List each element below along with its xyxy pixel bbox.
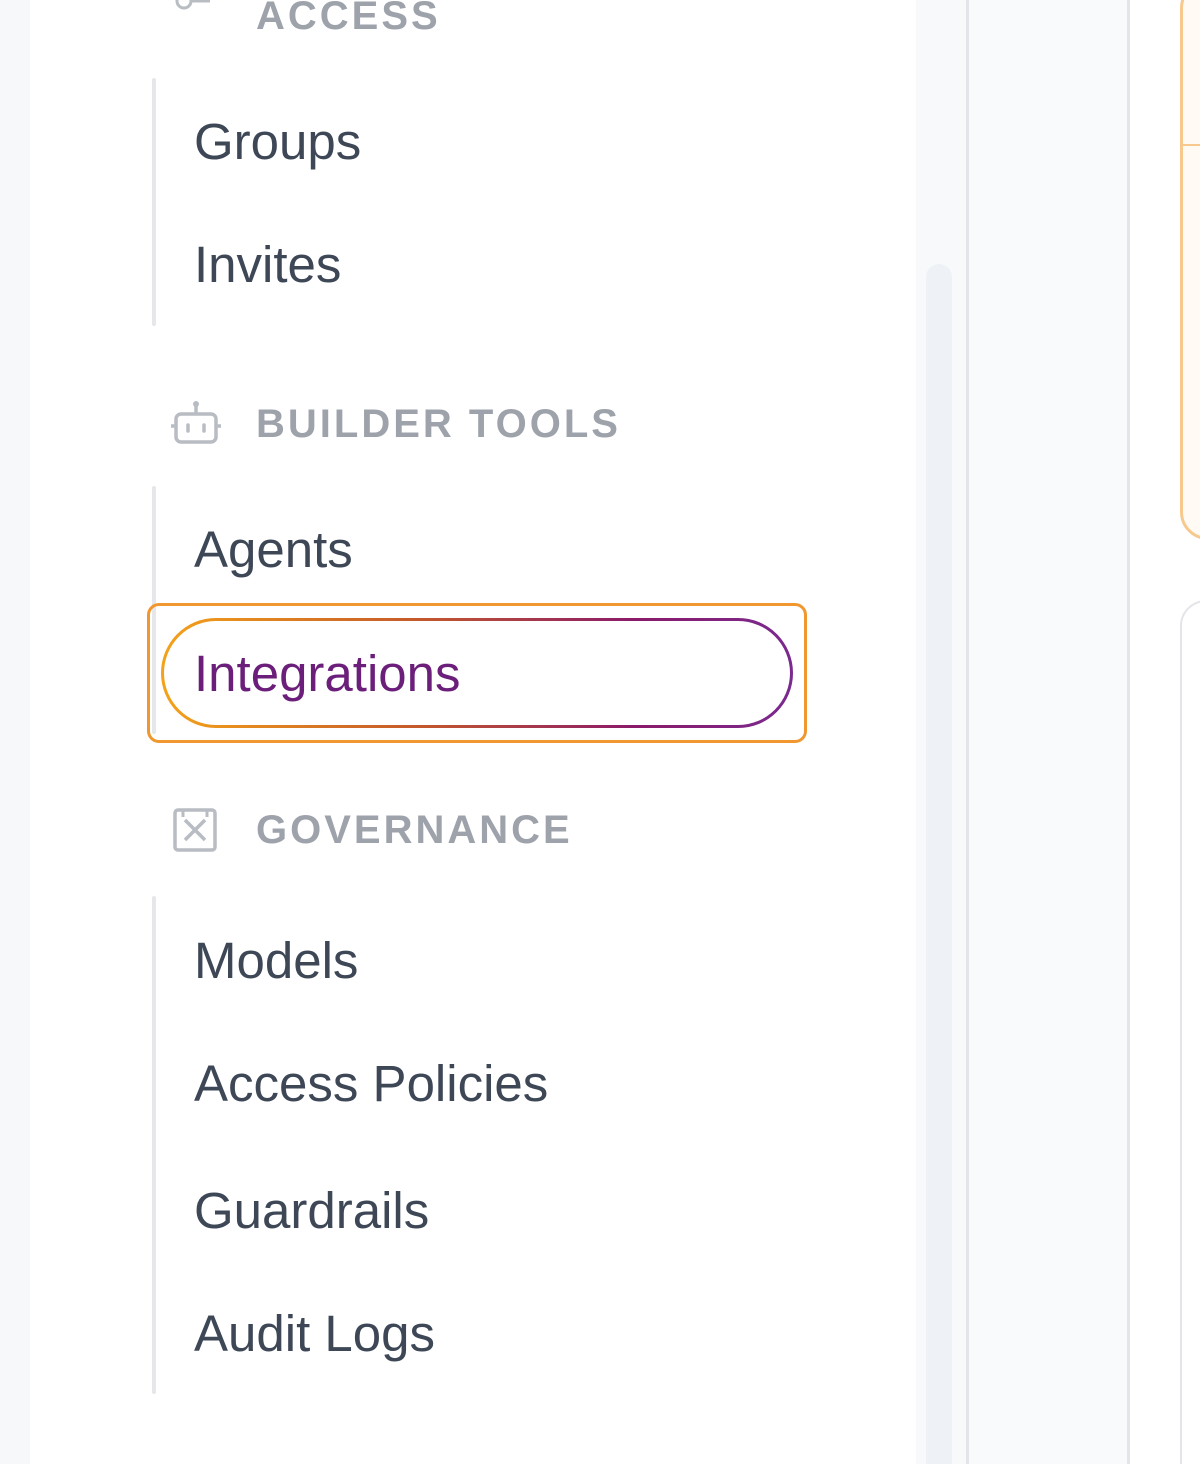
group-guide-line (152, 896, 156, 1394)
section-label-builder-tools: BUILDER TOOLS (256, 401, 621, 446)
app-frame: ACCESS BUILDER TOOLS GOVERNANCE Groups I… (0, 0, 1200, 1464)
sidebar-item-audit-logs[interactable]: Audit Logs (160, 1278, 435, 1388)
group-guide-line (152, 78, 156, 326)
card-divider (1183, 144, 1200, 146)
shield-box-icon (170, 804, 222, 856)
sidebar-item-integrations[interactable]: Integrations (161, 618, 793, 728)
sidebar-item-models[interactable]: Models (160, 905, 358, 1015)
section-header-governance: GOVERNANCE (170, 800, 573, 860)
key-icon (170, 0, 222, 42)
content-card[interactable] (1180, 600, 1200, 1464)
sidebar-item-guardrails[interactable]: Guardrails (160, 1155, 429, 1265)
section-header-builder-tools: BUILDER TOOLS (170, 394, 621, 454)
sidebar-scrollbar-thumb[interactable] (926, 264, 952, 1464)
section-label-governance: GOVERNANCE (256, 807, 573, 852)
highlighted-card[interactable] (1180, 0, 1200, 540)
robot-icon (170, 398, 222, 450)
sidebar-item-agents[interactable]: Agents (160, 494, 353, 604)
sidebar-item-access-policies[interactable]: Access Policies (160, 1028, 548, 1138)
sidebar-item-invites[interactable]: Invites (160, 209, 341, 319)
section-label-access: ACCESS (256, 0, 441, 38)
group-guide-line (152, 486, 156, 734)
section-header-access: ACCESS (170, 0, 441, 46)
main-content-pane (969, 0, 1127, 1464)
sidebar-item-groups[interactable]: Groups (160, 86, 361, 196)
